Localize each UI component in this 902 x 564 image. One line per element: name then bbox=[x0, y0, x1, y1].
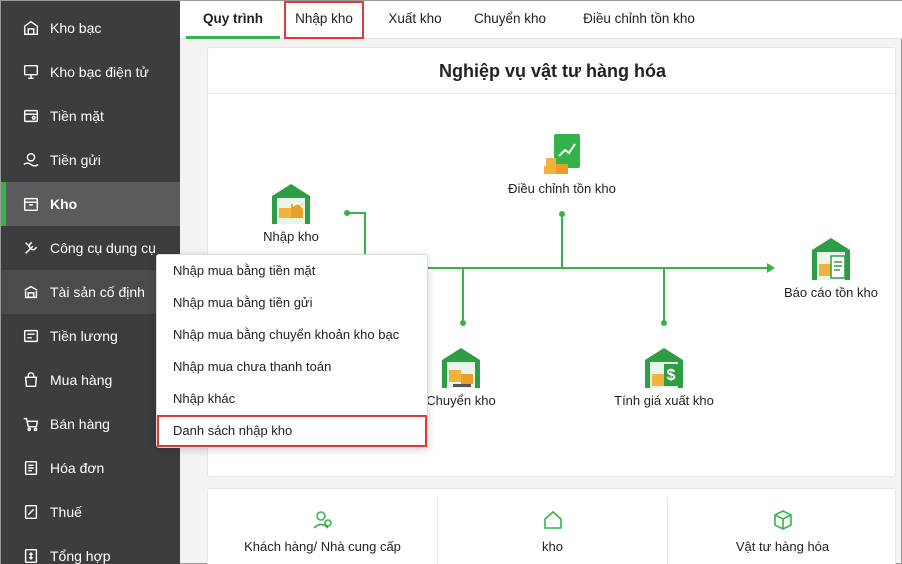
node-dieu-chinh-ton-kho[interactable]: Điều chỉnh tồn kho bbox=[501, 132, 623, 196]
sidebar-item-label: Tiền mặt bbox=[50, 108, 104, 124]
node-chuyen-kho[interactable]: Chuyển kho bbox=[419, 346, 503, 408]
node-label: Nhập kho bbox=[263, 229, 319, 244]
node-label: Tính giá xuất kho bbox=[614, 393, 714, 408]
tab-xuat-kho[interactable]: Xuất kho bbox=[376, 1, 454, 39]
customer-icon bbox=[312, 509, 334, 531]
shopping-bag-icon bbox=[21, 370, 41, 390]
page-title: Nghiệp vụ vật tư hàng hóa bbox=[208, 48, 897, 94]
inventory-report-icon bbox=[812, 238, 850, 280]
monitor-icon bbox=[21, 62, 41, 82]
sidebar-item-ban-hang[interactable]: Bán hàng bbox=[1, 402, 180, 446]
node-bao-cao-ton-kho[interactable]: Báo cáo tồn kho bbox=[779, 236, 883, 300]
menu-item-nhap-mua-tien-gui[interactable]: Nhập mua bằng tiền gửi bbox=[157, 287, 427, 319]
sidebar-item-label: Thuế bbox=[50, 504, 82, 520]
home-icon bbox=[542, 509, 564, 531]
bank-icon bbox=[21, 18, 41, 38]
tab-bar: Quy trình Nhập kho Xuất kho Chuyển kho Đ… bbox=[180, 1, 902, 39]
deposit-icon bbox=[21, 150, 41, 170]
svg-text:$: $ bbox=[667, 367, 676, 384]
warehouse-icon bbox=[21, 194, 41, 214]
menu-item-nhap-khac[interactable]: Nhập khác bbox=[157, 383, 427, 415]
node-label: Chuyển kho bbox=[426, 393, 496, 408]
node-tinh-gia-xuat-kho[interactable]: $ Tính giá xuất kho bbox=[608, 346, 720, 408]
sidebar-item-tien-mat[interactable]: Tiền mặt bbox=[1, 94, 180, 138]
catalog-vat-tu-hang-hoa[interactable]: Vật tư hàng hóa bbox=[668, 489, 897, 564]
tab-nhap-kho[interactable]: Nhập kho bbox=[284, 1, 364, 39]
nhap-kho-dropdown-menu: Nhập mua bằng tiền mặt Nhập mua bằng tiề… bbox=[156, 254, 428, 448]
cart-icon bbox=[21, 414, 41, 434]
sidebar-item-label: Mua hàng bbox=[50, 372, 113, 388]
price-calc-icon: $ bbox=[645, 348, 683, 388]
tools-icon bbox=[21, 238, 41, 258]
sidebar-item-label: Công cụ dụng cụ bbox=[50, 240, 156, 256]
sidebar-item-kho-bac-dien-tu[interactable]: Kho bạc điện tử bbox=[1, 50, 180, 94]
inventory-adjust-icon bbox=[544, 134, 580, 174]
sidebar-item-tien-luong[interactable]: Tiền lương bbox=[1, 314, 180, 358]
catalog-kho[interactable]: kho bbox=[438, 489, 667, 564]
sidebar-item-mua-hang[interactable]: Mua hàng bbox=[1, 358, 180, 402]
sidebar-item-label: Kho bạc điện tử bbox=[50, 64, 149, 80]
sidebar-item-label: Kho bbox=[50, 196, 78, 212]
cash-icon bbox=[21, 106, 41, 126]
warehouse-transfer-icon bbox=[442, 348, 480, 388]
sidebar-item-label: Tài sản cố định bbox=[50, 284, 145, 300]
sidebar-item-label: Hóa đơn bbox=[50, 460, 105, 476]
summary-icon bbox=[21, 546, 41, 564]
sidebar-item-tai-san-co-dinh[interactable]: Tài sản cố định bbox=[1, 270, 180, 314]
menu-item-danh-sach-nhap-kho[interactable]: Danh sách nhập kho bbox=[157, 415, 427, 447]
node-label: Điều chỉnh tồn kho bbox=[508, 181, 616, 196]
menu-item-nhap-mua-chuyen-khoan[interactable]: Nhập mua bằng chuyển khoản kho bạc bbox=[157, 319, 427, 351]
sidebar-item-cong-cu-dung-cu[interactable]: Công cụ dụng cụ bbox=[1, 226, 180, 270]
sidebar-item-label: Bán hàng bbox=[50, 416, 110, 432]
catalog-label: kho bbox=[542, 539, 563, 554]
menu-item-nhap-mua-chua-thanh-toan[interactable]: Nhập mua chưa thanh toán bbox=[157, 351, 427, 383]
node-label: Báo cáo tồn kho bbox=[784, 285, 878, 300]
menu-item-nhap-mua-tien-mat[interactable]: Nhập mua bằng tiền mặt bbox=[157, 255, 427, 287]
node-nhap-kho[interactable]: Nhập kho bbox=[246, 182, 336, 244]
sidebar-item-label: Tổng hợp bbox=[50, 548, 111, 564]
sidebar-item-label: Tiền gửi bbox=[50, 152, 101, 168]
box-icon bbox=[772, 509, 794, 531]
sidebar-item-kho[interactable]: Kho bbox=[1, 182, 180, 226]
sidebar-item-label: Tiền lương bbox=[50, 328, 118, 344]
catalog-khach-hang[interactable]: Khách hàng/ Nhà cung cấp bbox=[208, 489, 437, 564]
invoice-icon bbox=[21, 458, 41, 478]
sidebar-item-label: Kho bạc bbox=[50, 20, 102, 36]
sidebar: Kho bạc Kho bạc điện tử Tiền mặt Tiền gử… bbox=[1, 1, 180, 564]
catalog-card: Khách hàng/ Nhà cung cấp kho Vật tư hàng… bbox=[207, 488, 896, 564]
tab-chuyen-kho[interactable]: Chuyển kho bbox=[466, 1, 554, 39]
warehouse-import-icon bbox=[272, 184, 310, 224]
tab-dieu-chinh-ton-kho[interactable]: Điều chỉnh tồn kho bbox=[570, 1, 708, 39]
catalog-label: Vật tư hàng hóa bbox=[735, 539, 830, 554]
salary-icon bbox=[21, 326, 41, 346]
tab-quy-trinh[interactable]: Quy trình bbox=[186, 1, 280, 39]
sidebar-item-tien-gui[interactable]: Tiền gửi bbox=[1, 138, 180, 182]
sidebar-item-hoa-don[interactable]: Hóa đơn bbox=[1, 446, 180, 490]
catalog-label: Khách hàng/ Nhà cung cấp bbox=[244, 539, 401, 554]
tax-icon bbox=[21, 502, 41, 522]
sidebar-item-thue[interactable]: Thuế bbox=[1, 490, 180, 534]
sidebar-item-kho-bac[interactable]: Kho bạc bbox=[1, 6, 180, 50]
sidebar-item-tong-hop[interactable]: Tổng hợp bbox=[1, 534, 180, 564]
asset-icon bbox=[21, 282, 41, 302]
